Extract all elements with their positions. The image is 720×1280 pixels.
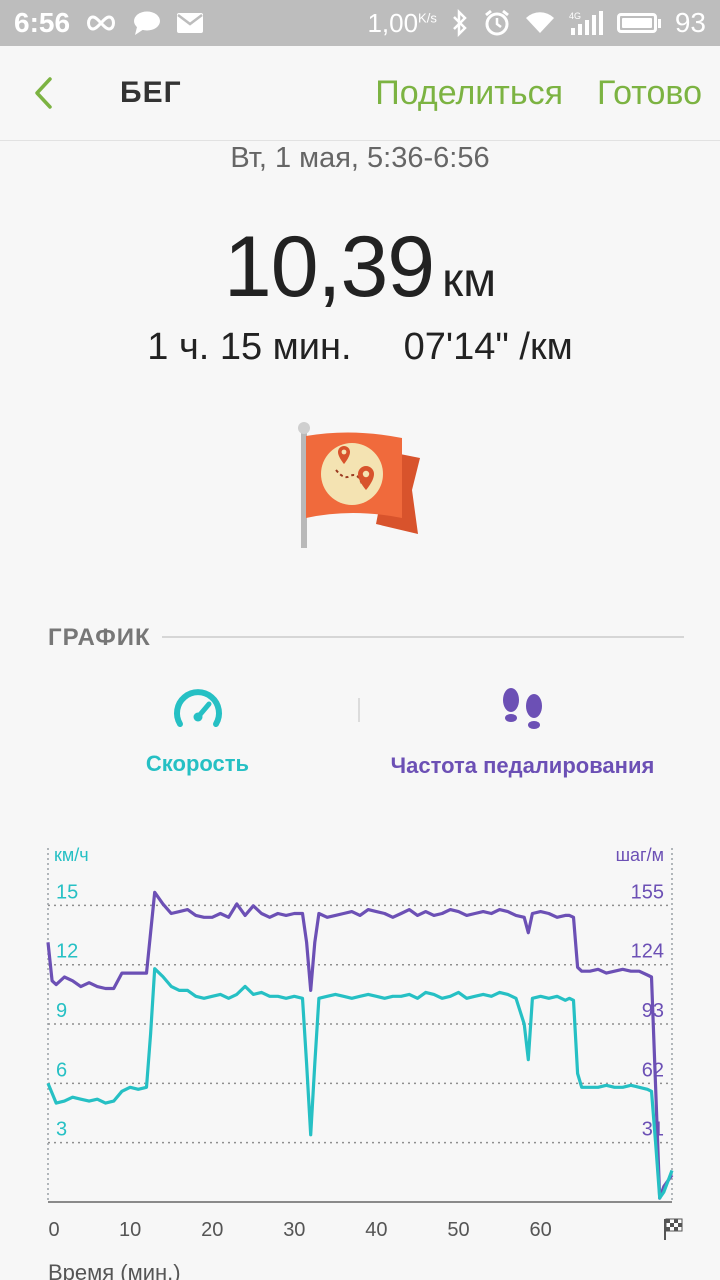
page-title: БЕГ [120,76,182,109]
tab-divider [358,698,360,722]
section-divider [162,636,684,638]
left-axis-unit: км/ч [54,845,89,865]
x-tick-label: 50 [447,1219,469,1241]
x-tick-label: 40 [365,1219,387,1241]
infinity-icon [84,13,118,33]
x-tick-label: 30 [283,1219,305,1241]
x-tick-label: 20 [201,1219,223,1241]
y-left-tick-label: 3 [56,1119,67,1141]
app-bar: БЕГ Поделиться Готово [0,46,720,141]
duration-pace: 1 ч. 15 мин. 07'14" /км [0,326,720,369]
bluetooth-icon [451,9,469,37]
status-time: 6:56 [14,7,71,38]
tab-cadence[interactable]: Частота педалирования [370,686,675,779]
speedometer-icon [173,689,222,727]
y-left-tick-label: 6 [56,1059,67,1081]
y-right-tick-label: 124 [631,941,664,963]
x-tick-label: 60 [530,1219,552,1241]
tab-cadence-label: Частота педалирования [390,753,655,778]
x-tick-label: 10 [119,1219,141,1241]
chat-icon [132,10,162,36]
footsteps-icon [502,688,542,729]
battery-level: 93 [674,7,706,38]
battery-icon [616,13,661,33]
alarm-icon [483,9,511,37]
pace: 07'14" /км [403,326,573,368]
duration: 1 ч. 15 мин. [147,326,352,368]
y-right-tick-label: 62 [642,1059,664,1081]
back-button[interactable] [32,46,102,140]
network-speed: 1,00K/s [367,7,437,38]
chevron-left-icon [35,77,52,109]
share-button[interactable]: Поделиться [375,74,563,113]
status-bar: 6:56 1,00K/s 4G 93 [0,0,720,46]
right-axis-unit: шаг/м [616,845,664,865]
distance-unit: км [442,254,497,307]
y-left-tick-label: 9 [56,1000,67,1022]
section-title: ГРАФИК [48,624,151,651]
mail-icon [176,12,204,34]
route-flag-icon [292,418,422,559]
distance-value: 10,39 [223,219,435,315]
y-right-tick-label: 155 [631,881,664,903]
done-button[interactable]: Готово [597,74,702,113]
finish-flag-icon [664,1218,683,1240]
y-left-tick-label: 15 [56,881,78,903]
svg-text:4G: 4G [569,11,581,21]
workout-date: Вт, 1 мая, 5:36-6:56 [230,142,490,174]
x-tick-label: 0 [48,1219,59,1241]
tab-speed[interactable]: Скорость [100,686,295,777]
x-axis-title: Время (мин.) [48,1260,181,1280]
wifi-icon [525,11,555,35]
cadence-series-line [46,890,674,1200]
signal-4g-icon: 4G [569,10,603,36]
tab-speed-label: Скорость [145,751,250,776]
speed-cadence-chart: км/ч шаг/м 3691215 316293124155 0 10 20 30 4… [46,845,683,1280]
y-left-tick-label: 12 [56,941,78,963]
distance: 10,39 км [0,218,720,317]
